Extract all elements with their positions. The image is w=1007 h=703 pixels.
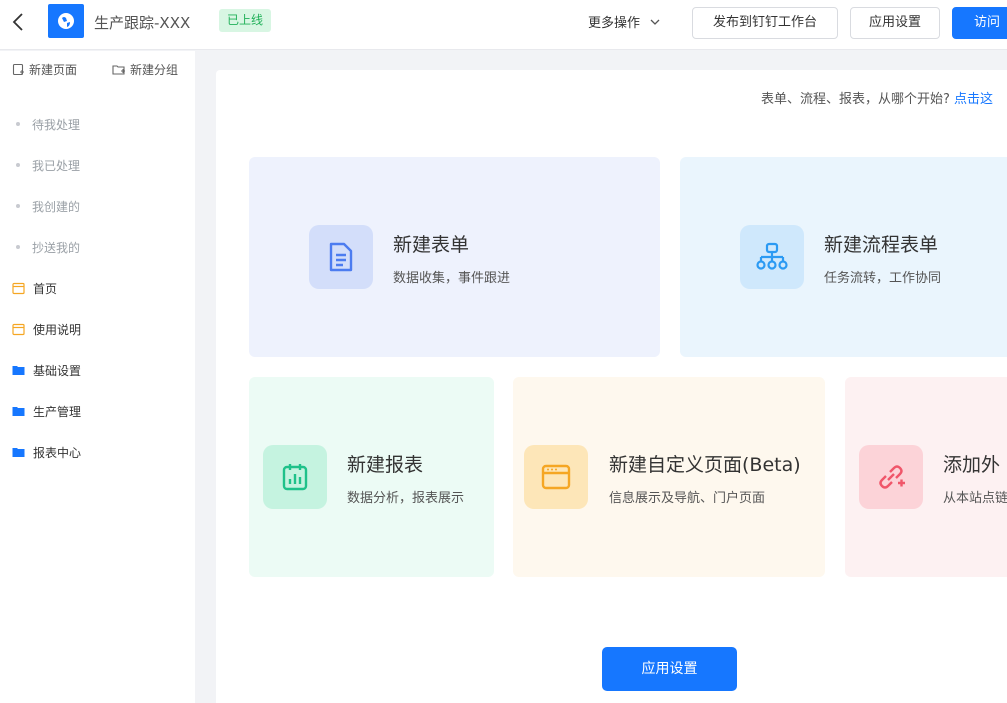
folder-icon (12, 446, 25, 459)
app-settings-main-button[interactable]: 应用设置 (602, 647, 737, 691)
sidebar-item-basic-settings[interactable]: 基础设置 (12, 360, 81, 380)
sidebar-item-pending[interactable]: 待我处理 (12, 114, 80, 134)
sidebar-item-label: 使用说明 (33, 322, 82, 337)
new-page-button[interactable]: 新建页面 (12, 61, 77, 78)
sidebar-item-guide[interactable]: 使用说明 (12, 319, 81, 339)
sidebar-item-label: 生产管理 (33, 404, 82, 419)
app-icon (48, 4, 84, 38)
new-folder-icon (112, 65, 125, 75)
custom-page-icon (524, 445, 588, 509)
tile-title: 新建报表 (347, 454, 424, 476)
sidebar-item-production[interactable]: 生产管理 (12, 401, 81, 421)
new-group-label: 新建分组 (130, 63, 179, 77)
new-report-tile[interactable]: 新建报表 数据分析，报表展示 (249, 377, 494, 577)
sidebar: 新建页面 新建分组 待我处理 我已处理 我创建的 抄送我的 首页 使用说明 基础… (0, 51, 195, 703)
report-icon (263, 445, 327, 509)
main-panel: 表单、流程、报表，从哪个开始? 点击这 新建表单 数据收集，事件跟进 新建流程表… (216, 70, 1007, 703)
new-group-button[interactable]: 新建分组 (112, 61, 178, 78)
app-settings-button[interactable]: 应用设置 (850, 7, 940, 39)
top-bar: 生产跟踪-XXX 已上线 更多操作 发布到钉钉工作台 应用设置 访问 (0, 0, 1007, 50)
new-form-tile[interactable]: 新建表单 数据收集，事件跟进 (249, 157, 660, 357)
back-icon[interactable] (8, 10, 30, 34)
tile-title: 添加外 (943, 454, 1001, 476)
tile-title: 新建表单 (393, 234, 470, 256)
chevron-down-icon (650, 19, 660, 25)
sidebar-item-home[interactable]: 首页 (12, 278, 57, 298)
new-custom-page-tile[interactable]: 新建自定义页面(Beta) 信息展示及导航、门户页面 (513, 377, 825, 577)
visit-button[interactable]: 访问 (952, 7, 1007, 39)
app-title: 生产跟踪-XXX (94, 14, 191, 32)
hint-text: 表单、流程、报表，从哪个开始? (761, 92, 950, 107)
bullet-icon (16, 122, 20, 126)
more-actions-label: 更多操作 (588, 16, 641, 31)
new-page-icon (12, 63, 24, 76)
external-link-icon (859, 445, 923, 509)
new-flow-form-tile[interactable]: 新建流程表单 任务流转，工作协同 (680, 157, 1007, 357)
flow-icon (740, 225, 804, 289)
sidebar-item-reports[interactable]: 报表中心 (12, 442, 81, 462)
status-badge: 已上线 (219, 9, 272, 32)
sidebar-item-cc[interactable]: 抄送我的 (12, 237, 80, 257)
tile-description: 从本站点链 (943, 491, 1007, 506)
new-page-label: 新建页面 (29, 63, 78, 77)
sidebar-item-label: 我已处理 (32, 158, 81, 173)
tile-title: 新建自定义页面(Beta) (609, 454, 801, 476)
tile-description: 数据分析，报表展示 (347, 491, 465, 506)
tile-title: 新建流程表单 (824, 234, 939, 256)
hint-link[interactable]: 点击这 (954, 92, 993, 107)
bullet-icon (16, 204, 20, 208)
tile-description: 任务流转，工作协同 (824, 271, 942, 286)
folder-icon (12, 405, 25, 418)
tile-description: 数据收集，事件跟进 (393, 271, 511, 286)
sidebar-item-label: 报表中心 (33, 445, 82, 460)
tile-description: 信息展示及导航、门户页面 (609, 491, 766, 506)
sidebar-item-processed[interactable]: 我已处理 (12, 155, 80, 175)
sidebar-item-label: 首页 (33, 281, 58, 296)
sidebar-item-label: 基础设置 (33, 363, 82, 378)
form-icon (309, 225, 373, 289)
add-external-link-tile[interactable]: 添加外 从本站点链 (845, 377, 1007, 577)
sidebar-item-label: 待我处理 (32, 117, 81, 132)
more-actions-menu[interactable]: 更多操作 (588, 12, 660, 31)
bullet-icon (16, 163, 20, 167)
getting-started-hint: 表单、流程、报表，从哪个开始? 点击这 (761, 88, 993, 107)
sidebar-item-label: 我创建的 (32, 199, 81, 214)
sidebar-item-label: 抄送我的 (32, 240, 81, 255)
folder-icon (12, 364, 25, 377)
sidebar-item-created[interactable]: 我创建的 (12, 196, 80, 216)
page-icon (12, 282, 25, 295)
publish-dingtalk-button[interactable]: 发布到钉钉工作台 (692, 7, 838, 39)
bullet-icon (16, 245, 20, 249)
page-icon (12, 323, 25, 336)
